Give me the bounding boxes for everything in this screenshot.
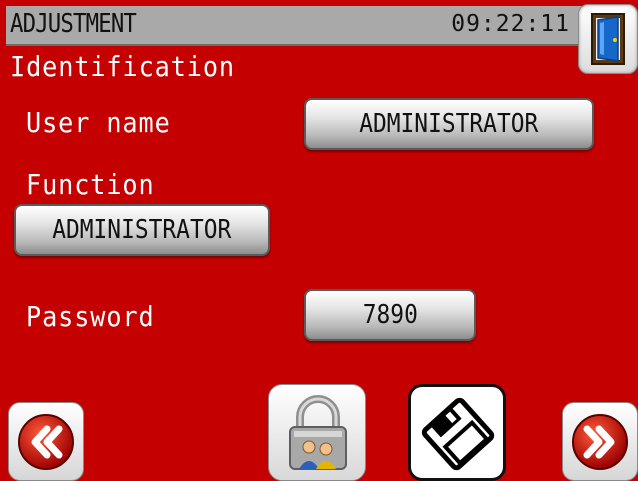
exit-button[interactable] bbox=[578, 4, 638, 74]
user-name-value: ADMINISTRATOR bbox=[359, 109, 539, 139]
floppy-disk-icon bbox=[421, 397, 495, 471]
clock: 09:22:11 bbox=[451, 11, 570, 37]
password-value: 7890 bbox=[362, 300, 418, 330]
function-button[interactable]: ADMINISTRATOR bbox=[14, 204, 270, 256]
door-exit-icon bbox=[591, 13, 625, 65]
title-bar: ADJUSTMENT 09:22:11 bbox=[6, 6, 592, 46]
double-chevron-left-icon bbox=[18, 414, 74, 470]
function-label: Function bbox=[26, 168, 155, 201]
user-name-button[interactable]: ADMINISTRATOR bbox=[304, 98, 594, 150]
screen-title: ADJUSTMENT bbox=[10, 9, 137, 39]
section-title: Identification bbox=[10, 50, 236, 83]
previous-button[interactable] bbox=[8, 402, 84, 481]
user-name-label: User name bbox=[26, 106, 171, 139]
adjustment-screen: ADJUSTMENT 09:22:11 Identification User … bbox=[0, 0, 638, 481]
password-button[interactable]: 7890 bbox=[304, 289, 476, 341]
lock-button[interactable] bbox=[268, 384, 366, 481]
function-value: ADMINISTRATOR bbox=[52, 215, 232, 245]
padlock-users-icon bbox=[289, 395, 347, 470]
double-chevron-right-icon bbox=[572, 414, 628, 470]
password-label: Password bbox=[26, 300, 155, 333]
save-button[interactable] bbox=[408, 384, 506, 481]
next-button[interactable] bbox=[562, 402, 638, 481]
